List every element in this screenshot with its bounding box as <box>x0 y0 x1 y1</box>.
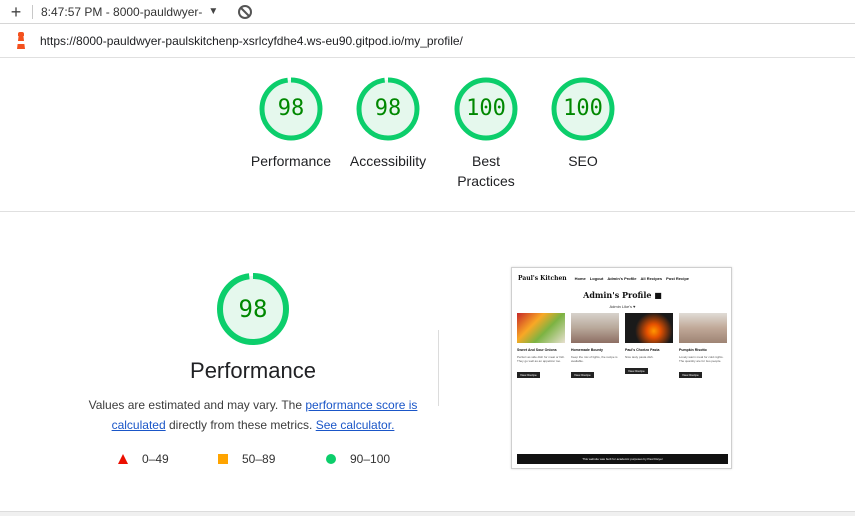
thumb-card: Paul's Chorizo Pasta Nice tasty pasta di… <box>625 313 673 391</box>
desc-text: Values are estimated and may vary. The <box>88 398 306 412</box>
divider <box>0 57 855 58</box>
heart-icon: ♥ <box>633 304 636 309</box>
gauge-score: 100 <box>466 96 506 121</box>
caret-down-icon: ▼ <box>208 6 219 17</box>
gauge-score: 98 <box>277 96 305 121</box>
url-bar: https://8000-pauldwyer-paulskitchenp-xsr… <box>0 25 855 57</box>
gauge-score: 98 <box>374 96 402 121</box>
gauge-accessibility[interactable]: 98 <box>355 76 421 142</box>
toolbar-separator <box>32 4 33 19</box>
gauge-best-practices[interactable]: 100 <box>453 76 519 142</box>
card-image <box>571 313 619 343</box>
triangle-icon <box>118 454 128 464</box>
card-desc: Nice tasty pasta dish. <box>625 355 654 359</box>
divider <box>0 211 855 212</box>
devtools-toolbar: + 8:47:57 PM - 8000-pauldwyer- ▼ <box>0 0 855 24</box>
legend-average: 50–89 <box>218 452 275 466</box>
performance-score: 98 <box>238 295 268 323</box>
user-icon: ■ <box>654 290 662 300</box>
square-icon <box>218 454 228 464</box>
card-button: View Recipe <box>517 372 540 378</box>
performance-description: Values are estimated and may vary. The p… <box>88 395 418 435</box>
gauge-performance[interactable]: 98 <box>258 76 324 142</box>
card-title: Homemade Bounty <box>571 348 603 352</box>
thumb-page-title: Admin's Profile ■ <box>583 290 662 300</box>
card-title: Sweet And Sour Onions <box>517 348 557 352</box>
gauge-seo[interactable]: 100 <box>550 76 616 142</box>
thumb-nav: Paul's Kitchen Home Logout Admin's Profi… <box>518 275 689 282</box>
report-label: 8:47:57 PM - 8000-pauldwyer- <box>41 4 203 19</box>
card-desc: Keep the mix of lights, the recipe is av… <box>571 355 618 363</box>
card-title: Paul's Chorizo Pasta <box>625 348 660 352</box>
thumb-nav-item: Admin's Profile <box>607 276 637 281</box>
thumb-card: Pumpkin Risotto Lovely warm meal for col… <box>679 313 727 391</box>
card-title: Pumpkin Risotto <box>679 348 707 352</box>
card-desc: Lovely warm meal for cold nights. The qu… <box>679 355 724 363</box>
legend-range: 50–89 <box>242 452 276 466</box>
card-image <box>517 313 565 343</box>
vertical-divider <box>438 330 439 406</box>
card-button: View Recipe <box>571 372 594 378</box>
card-image <box>679 313 727 343</box>
thumb-brand: Paul's Kitchen <box>518 275 567 282</box>
legend-fail: 0–49 <box>118 452 169 466</box>
circle-icon <box>326 454 336 464</box>
see-calculator-link[interactable]: See calculator. <box>316 418 395 432</box>
card-image <box>625 313 673 343</box>
thumb-card: Sweet And Sour Onions Perfect as side di… <box>517 313 565 391</box>
legend-range: 90–100 <box>350 452 391 466</box>
card-button: View Recipe <box>679 372 702 378</box>
thumb-nav-item: All Recipes <box>640 276 663 281</box>
bottom-border <box>0 511 855 516</box>
desc-text: directly from these metrics. <box>165 418 316 432</box>
thumb-nav-item: Home <box>574 276 586 281</box>
card-button: View Recipe <box>625 368 648 374</box>
report-select[interactable]: 8:47:57 PM - 8000-pauldwyer- ▼ <box>41 5 218 19</box>
final-screenshot[interactable]: Paul's Kitchen Home Logout Admin's Profi… <box>511 267 732 469</box>
thumb-nav-item: Logout <box>589 276 604 281</box>
gauge-label: Accessibility <box>349 153 427 169</box>
gauge-label: Best Practices <box>457 153 515 189</box>
legend-range: 0–49 <box>142 452 169 466</box>
thumb-nav-item: Post Recipe <box>666 276 690 281</box>
performance-gauge: 98 <box>216 272 290 346</box>
thumb-likes: Admin Like's ♥ <box>609 304 636 309</box>
lighthouse-icon <box>14 32 28 50</box>
gauge-label: SEO <box>568 153 598 169</box>
gauge-label: Performance <box>250 153 332 169</box>
legend-pass: 90–100 <box>326 452 390 466</box>
page-url[interactable]: https://8000-pauldwyer-paulskitchenp-xsr… <box>40 34 463 48</box>
block-icon[interactable] <box>238 4 253 19</box>
performance-title: Performance <box>190 358 316 383</box>
plus-icon[interactable]: + <box>0 0 32 24</box>
gauge-score: 100 <box>563 96 603 121</box>
thumb-footer: This website was built for academic purp… <box>517 454 728 464</box>
card-desc: Perfect as side dish for meat or fish. T… <box>517 355 565 363</box>
thumb-card: Homemade Bounty Keep the mix of lights, … <box>571 313 619 391</box>
